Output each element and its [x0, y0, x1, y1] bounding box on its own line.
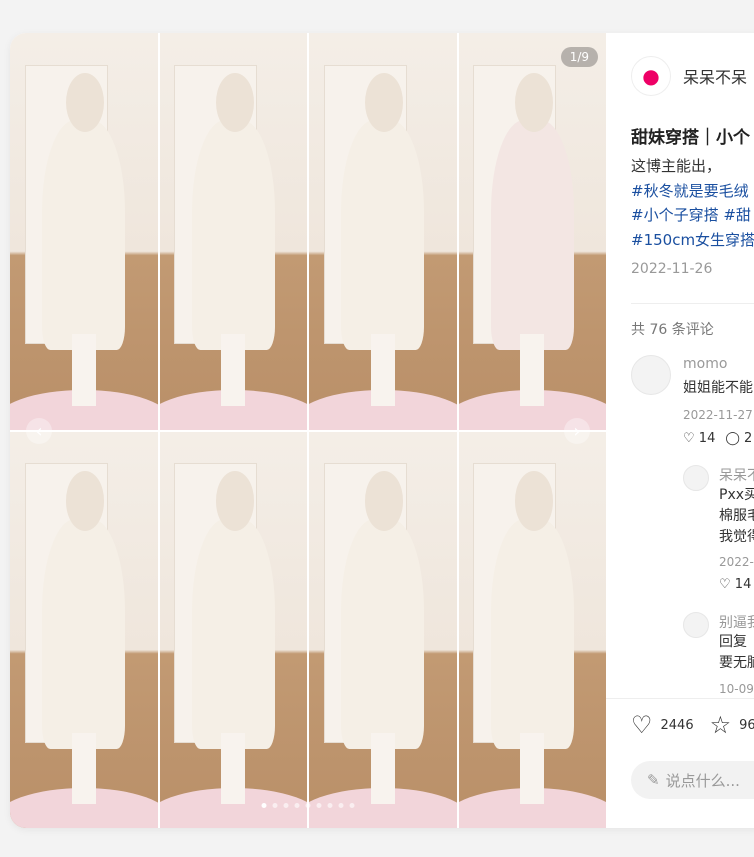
- like-count: 14: [734, 577, 752, 592]
- comment-author[interactable]: momo: [683, 356, 727, 372]
- avatar[interactable]: [683, 612, 709, 638]
- pencil-icon: ✎: [647, 771, 660, 789]
- heart-icon: ♡: [683, 431, 695, 446]
- reply-author[interactable]: 呆呆不: [719, 465, 754, 485]
- carousel-dots: [261, 803, 355, 808]
- post-description: 这博主能出， #秋冬就是要毛绒 #小个子穿搭 #甜 #150cm女生穿搭: [631, 154, 754, 252]
- reply-text-line: 要无脑: [719, 655, 754, 671]
- comment-input-placeholder: 说点什么...: [665, 771, 740, 790]
- author-info[interactable]: ● 呆呆不呆: [631, 56, 747, 96]
- engagement-bar: ♡ 2446 ☆ 96 ✎ 说点什么...: [606, 698, 754, 828]
- comment-input[interactable]: ✎ 说点什么...: [631, 761, 754, 799]
- reply-actions: ♡ 14: [719, 577, 751, 592]
- outfit-photo: [309, 33, 457, 430]
- outfit-collage: [10, 33, 606, 828]
- divider: [631, 303, 754, 304]
- reply-date: 10-09: [719, 682, 754, 696]
- hashtag-line[interactable]: #小个子穿搭 #甜: [631, 203, 754, 228]
- hashtag-line[interactable]: #150cm女生穿搭: [631, 228, 754, 253]
- outfit-photo: [458, 431, 606, 828]
- reply-count: 2: [744, 431, 753, 446]
- comment-date: 2022-11-27: [683, 408, 753, 422]
- note-card: 1/9 ‹ › ● 呆呆不呆 甜妹穿搭｜小个 这博主能出， #秋冬就是要毛绒 #…: [10, 33, 754, 828]
- author-name[interactable]: 呆呆不呆: [683, 64, 747, 88]
- carousel-dot[interactable]: [316, 803, 322, 808]
- chevron-right-icon[interactable]: ›: [564, 418, 590, 444]
- hashtag-line[interactable]: #秋冬就是要毛绒: [631, 179, 754, 204]
- reply-text-line: 棉服毛: [719, 508, 754, 524]
- note-detail-panel: ● 呆呆不呆 甜妹穿搭｜小个 这博主能出， #秋冬就是要毛绒 #小个子穿搭 #甜…: [606, 33, 754, 828]
- image-counter: 1/9: [560, 47, 598, 67]
- outfit-photo: [10, 33, 158, 430]
- reply-date: 2022-: [719, 555, 754, 569]
- outfit-photo: [159, 431, 307, 828]
- carousel-dot[interactable]: [283, 803, 289, 808]
- star-icon[interactable]: ☆: [710, 713, 732, 737]
- carousel-dot[interactable]: [272, 803, 278, 808]
- heart-icon[interactable]: ♡: [631, 713, 653, 737]
- comment-actions: ♡ 14 ◯ 2: [683, 431, 752, 446]
- outfit-photo: [159, 33, 307, 430]
- like-button[interactable]: ♡ 14: [719, 577, 751, 592]
- carousel-dot[interactable]: [305, 803, 311, 808]
- outfit-photo: [309, 431, 457, 828]
- reply-text-line: 回复: [719, 634, 747, 650]
- heart-icon: ♡: [719, 577, 731, 592]
- carousel-dot[interactable]: [261, 803, 267, 808]
- post-title: 甜妹穿搭｜小个: [631, 128, 750, 148]
- image-carousel[interactable]: 1/9 ‹ ›: [10, 33, 606, 828]
- reply-button[interactable]: ◯ 2: [725, 431, 752, 446]
- post-date: 2022-11-26: [631, 261, 713, 277]
- desc-line: 这博主能出，: [631, 157, 722, 175]
- carousel-dot[interactable]: [294, 803, 300, 808]
- engagement-actions: ♡ 2446 ☆ 96: [631, 713, 754, 737]
- reply-item: 别逼我 回复 要无脑 10-09: [631, 610, 754, 700]
- like-count: 2446: [660, 717, 694, 733]
- reply-text-line: 我觉得: [719, 529, 754, 545]
- like-count: 14: [698, 431, 716, 446]
- comment-item: momo 姐姐能不能 2022-11-27 ♡ 14 ◯ 2: [631, 355, 754, 455]
- star-count: 96: [739, 717, 754, 733]
- carousel-dot[interactable]: [349, 803, 355, 808]
- reply-text-line: Pxx买: [719, 487, 754, 503]
- chevron-left-icon[interactable]: ‹: [26, 418, 52, 444]
- reply-item: 呆呆不 Pxx买 棉服毛 我觉得 2022- ♡ 14: [631, 463, 754, 593]
- comment-text: 姐姐能不能: [683, 380, 753, 396]
- avatar[interactable]: [683, 465, 709, 491]
- comment-icon: ◯: [725, 431, 740, 446]
- carousel-dot[interactable]: [338, 803, 344, 808]
- outfit-photo: [458, 33, 606, 430]
- avatar[interactable]: ●: [631, 56, 671, 96]
- avatar[interactable]: [631, 355, 671, 395]
- comment-count: 共 76 条评论: [631, 322, 714, 338]
- reply-author[interactable]: 别逼我: [719, 612, 754, 632]
- like-button[interactable]: ♡ 14: [683, 431, 715, 446]
- carousel-dot[interactable]: [327, 803, 333, 808]
- outfit-photo: [10, 431, 158, 828]
